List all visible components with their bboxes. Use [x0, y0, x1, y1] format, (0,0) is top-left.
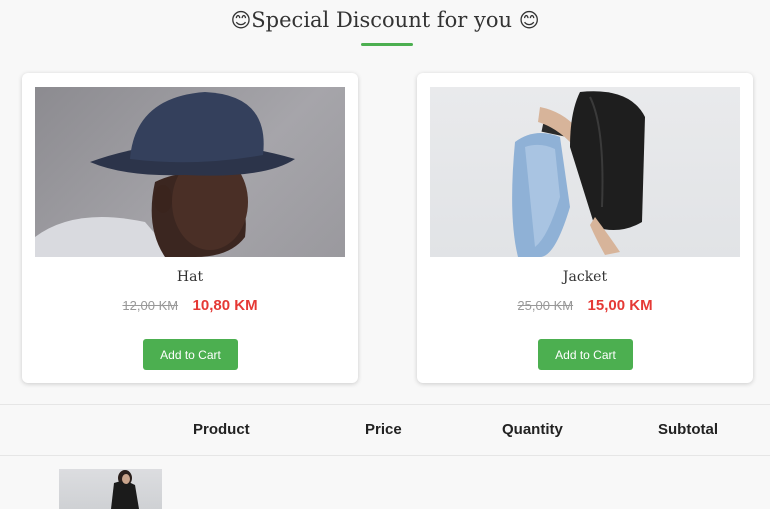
product-name: Hat: [176, 269, 204, 285]
product-image-hat[interactable]: [35, 87, 345, 257]
cart-table-header: Product Price Quantity Subtotal: [0, 404, 770, 456]
smiley-icon: 😊: [230, 8, 252, 32]
column-header-quantity: Quantity: [502, 421, 563, 438]
column-header-price: Price: [365, 421, 402, 438]
discount-price: 15,00 KM: [587, 297, 653, 314]
price-group: 25,00 KM 15,00 KM: [417, 297, 753, 315]
jacket-photo: [512, 91, 645, 257]
product-thumbnail-photo: [111, 470, 139, 509]
section-title: 😊Special Discount for you 😊: [0, 8, 770, 32]
product-name: Jacket: [562, 269, 608, 285]
product-image-jacket[interactable]: [430, 87, 740, 257]
column-header-product: Product: [193, 421, 250, 438]
old-price: 12,00 KM: [122, 298, 179, 313]
section-title-text: Special Discount for you: [251, 8, 513, 32]
column-header-subtotal: Subtotal: [658, 421, 718, 438]
add-to-cart-button[interactable]: Add to Cart: [538, 339, 633, 370]
smiley-icon: 😊: [518, 8, 540, 32]
bucket-hat-photo: [35, 92, 295, 257]
old-price: 25,00 KM: [517, 298, 574, 313]
add-to-cart-button[interactable]: Add to Cart: [143, 339, 238, 370]
cart-item-thumbnail[interactable]: [59, 469, 162, 509]
product-card-hat: Hat 12,00 KM 10,80 KM Add to Cart: [22, 73, 358, 383]
product-card-jacket: Jacket 25,00 KM 15,00 KM Add to Cart: [417, 73, 753, 383]
discount-price: 10,80 KM: [192, 297, 258, 314]
price-group: 12,00 KM 10,80 KM: [22, 297, 358, 315]
title-underline: [361, 43, 413, 46]
